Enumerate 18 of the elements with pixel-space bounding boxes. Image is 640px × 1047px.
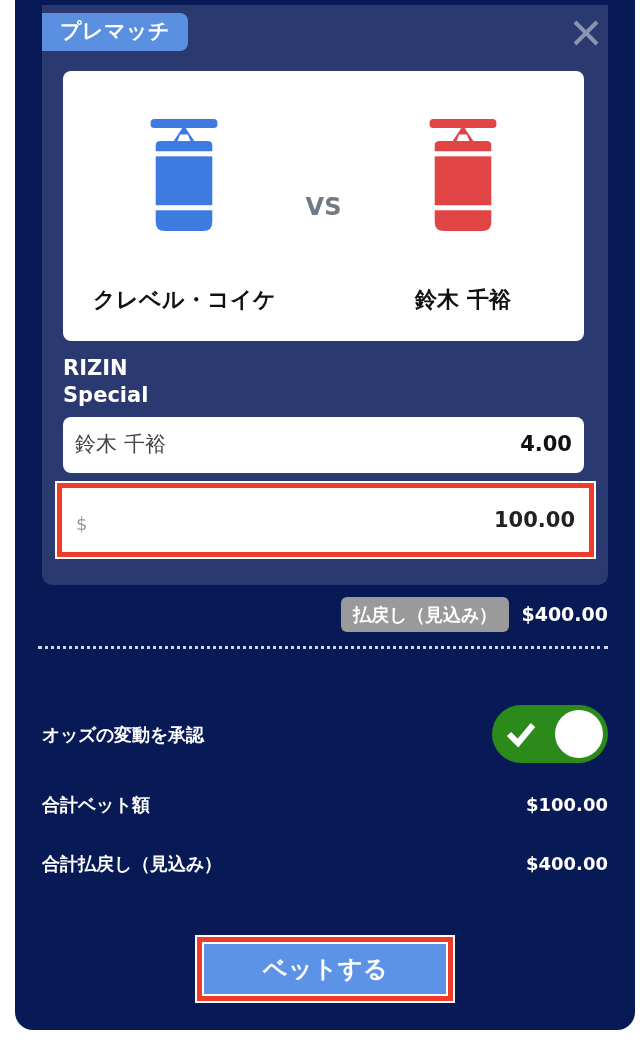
- payout-value: $400.00: [521, 602, 608, 628]
- payout-label: 払戻し（見込み）: [341, 597, 510, 632]
- accept-odds-label: オッズの変動を承認: [42, 722, 204, 747]
- total-value: $400.00: [526, 852, 608, 876]
- fighter-name: 鈴木 千裕: [414, 285, 511, 314]
- total-label: 合計ベット額: [42, 793, 150, 817]
- close-icon[interactable]: [572, 19, 600, 47]
- market-name: RIZIN Special: [63, 354, 150, 409]
- fighter-name: クレベル・コイケ: [92, 285, 276, 314]
- check-icon: [506, 720, 536, 748]
- prematch-badge: プレマッチ: [42, 13, 188, 51]
- total-value: $100.00: [526, 793, 608, 817]
- toggle-switch[interactable]: [492, 705, 608, 763]
- odds-value: 4.00: [520, 431, 572, 459]
- versus-label: VS: [305, 191, 342, 223]
- total-label: 合計払戻し（見込み）: [42, 852, 222, 876]
- currency-prefix: $: [76, 512, 88, 537]
- selection-name: 鈴木 千裕: [75, 431, 166, 459]
